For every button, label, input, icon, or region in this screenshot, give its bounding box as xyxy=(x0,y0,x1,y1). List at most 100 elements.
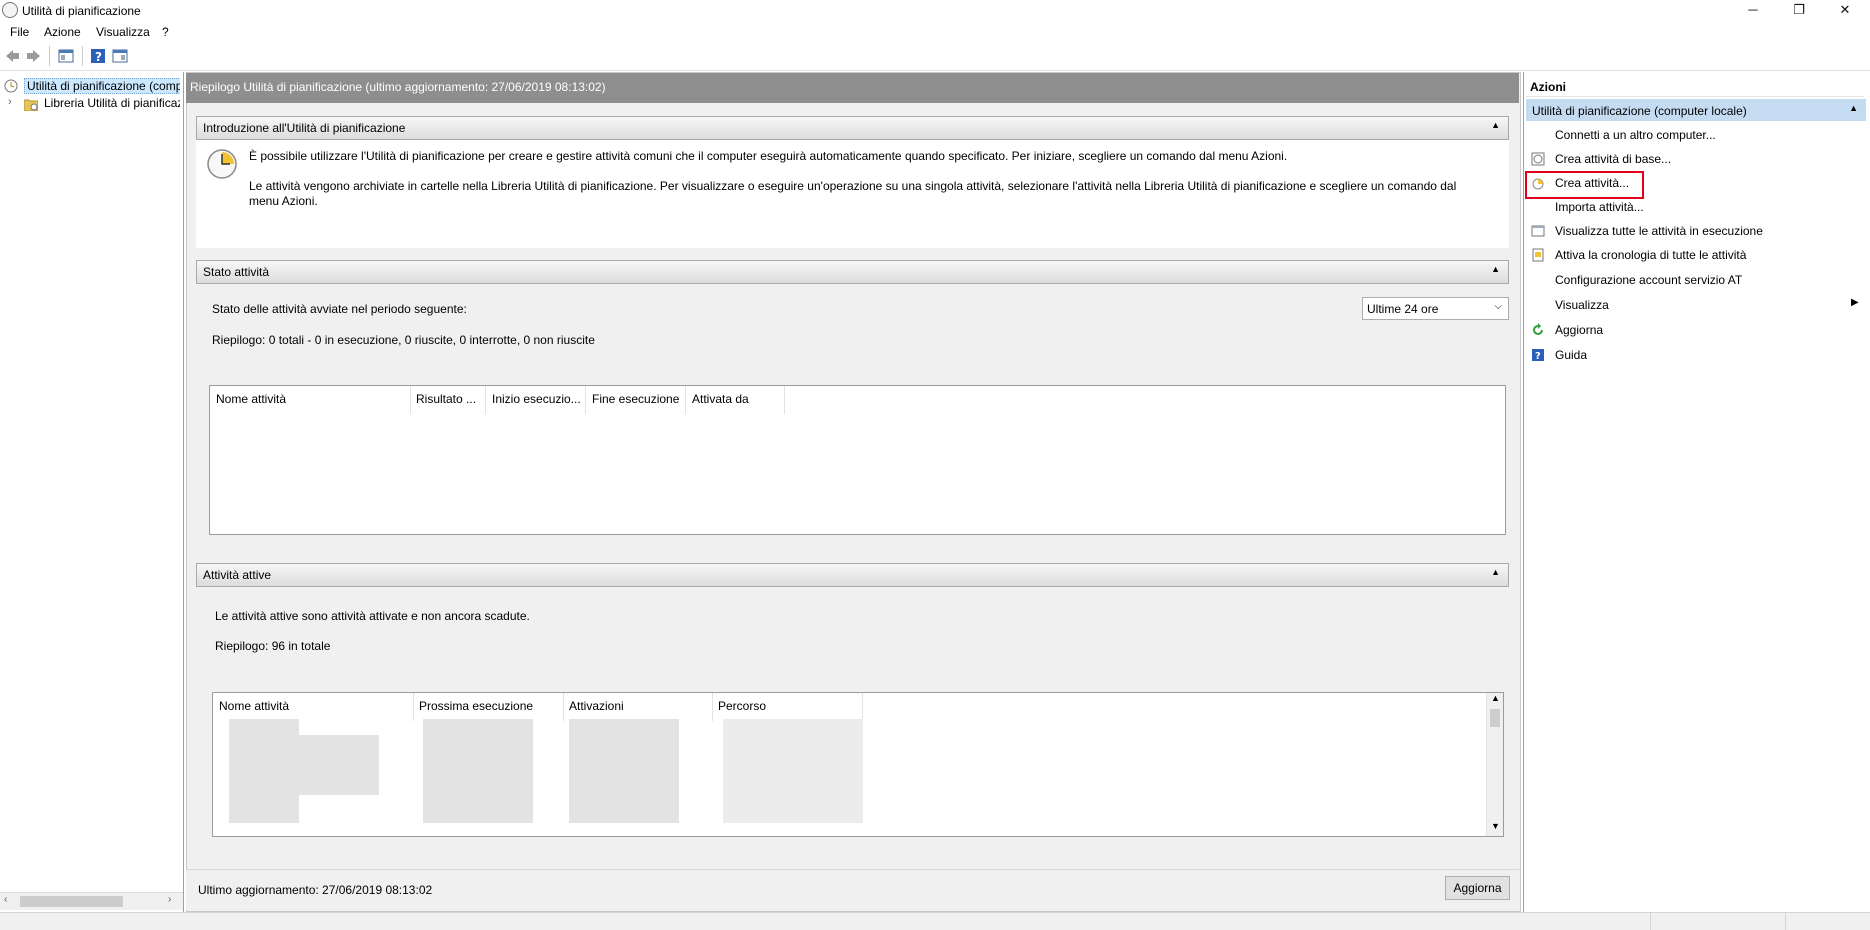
tree-item-root-label: Utilità di pianificazione (computer loca… xyxy=(24,78,180,94)
status-task-table[interactable]: Nome attività Risultato ... Inizio esecu… xyxy=(209,385,1506,535)
toolbar-separator xyxy=(82,46,83,66)
action-import-task[interactable]: Importa attività... xyxy=(1555,200,1644,214)
intro-section-title: Introduzione all'Utilità di pianificazio… xyxy=(203,121,406,135)
action-connect-computer[interactable]: Connetti a un altro computer... xyxy=(1555,128,1716,142)
column-separator xyxy=(784,386,785,414)
folder-icon xyxy=(24,99,38,111)
period-select[interactable]: Ultime 24 ore ⌵ xyxy=(1362,297,1509,320)
back-arrow-icon[interactable] xyxy=(4,48,20,64)
actions-group-title: Utilità di pianificazione (computer loca… xyxy=(1532,104,1747,118)
menu-action[interactable]: Azione xyxy=(44,25,81,39)
close-button[interactable]: ✕ xyxy=(1822,0,1868,22)
navigation-tree: Utilità di pianificazione (computer loca… xyxy=(0,72,184,912)
column-separator xyxy=(585,386,586,414)
action-view[interactable]: Visualizza xyxy=(1555,298,1609,312)
column-header[interactable]: Nome attività xyxy=(219,699,289,713)
show-hide-tree-icon[interactable] xyxy=(58,48,74,64)
menu-help[interactable]: ? xyxy=(162,25,169,39)
column-separator xyxy=(563,693,564,721)
active-task-table[interactable]: Nome attività Prossima esecuzione Attiva… xyxy=(212,692,1504,837)
column-header[interactable]: Inizio esecuzio... xyxy=(492,392,581,406)
actions-group-header[interactable]: Utilità di pianificazione (computer loca… xyxy=(1526,99,1866,121)
help-icon[interactable]: ? xyxy=(90,48,106,64)
blurred-cell xyxy=(299,735,379,795)
collapse-icon[interactable]: ▲ xyxy=(1849,103,1858,113)
blurred-cell xyxy=(423,719,533,823)
intro-section-header[interactable]: Introduzione all'Utilità di pianificazio… xyxy=(196,116,1509,140)
menu-file[interactable]: File xyxy=(10,25,29,39)
forward-arrow-icon[interactable] xyxy=(26,48,42,64)
active-section-header[interactable]: Attività attive ▲ xyxy=(196,563,1509,587)
tree-item-library[interactable]: › Libreria Utilità di pianificazione xyxy=(0,96,180,114)
active-description: Le attività attive sono attività attivat… xyxy=(215,609,530,623)
column-header[interactable]: Attivata da xyxy=(692,392,749,406)
clock-app-icon xyxy=(2,2,18,18)
collapse-icon[interactable]: ▲ xyxy=(1491,264,1500,274)
active-section-body: Le attività attive sono attività attivat… xyxy=(196,587,1509,849)
column-header[interactable]: Fine esecuzione xyxy=(592,392,679,406)
blurred-cell xyxy=(723,719,863,823)
scroll-up-icon[interactable]: ▲ xyxy=(1491,693,1500,703)
last-update-text: Ultimo aggiornamento: 27/06/2019 08:13:0… xyxy=(198,883,433,897)
scroll-left-icon[interactable]: ‹ xyxy=(4,894,7,905)
scrollbar-thumb[interactable] xyxy=(1490,709,1500,727)
create-task-icon xyxy=(1532,178,1544,190)
running-tasks-icon xyxy=(1531,225,1545,237)
refresh-button[interactable]: Aggiorna xyxy=(1445,876,1510,900)
intro-paragraph-1: È possibile utilizzare l'Utilità di pian… xyxy=(249,149,1288,163)
action-view-running-tasks[interactable]: Visualizza tutte le attività in esecuzio… xyxy=(1555,224,1763,238)
menu-view[interactable]: Visualizza xyxy=(96,25,150,39)
action-at-service-account[interactable]: Configurazione account servizio AT xyxy=(1555,273,1742,287)
minimize-button[interactable]: ─ xyxy=(1730,0,1776,22)
table-vertical-scrollbar[interactable]: ▲ ▼ xyxy=(1486,693,1503,836)
column-separator xyxy=(862,693,863,721)
title-bar: Utilità di pianificazione ─ ❐ ✕ xyxy=(0,0,1870,22)
action-help[interactable]: Guida xyxy=(1555,348,1587,362)
clock-icon xyxy=(4,79,18,93)
action-create-basic-task[interactable]: Crea attività di base... xyxy=(1555,152,1671,166)
status-separator xyxy=(1650,913,1651,930)
status-section-header[interactable]: Stato attività ▲ xyxy=(196,260,1509,284)
expand-chevron-icon[interactable]: › xyxy=(8,96,12,108)
scroll-right-icon[interactable]: › xyxy=(168,894,171,905)
scroll-down-icon[interactable]: ▼ xyxy=(1491,821,1500,831)
actions-title: Azioni xyxy=(1530,80,1566,94)
column-separator xyxy=(410,386,411,414)
status-bar xyxy=(0,912,1870,930)
column-header[interactable]: Percorso xyxy=(718,699,766,713)
restore-button[interactable]: ❐ xyxy=(1776,0,1822,22)
toolbar-separator xyxy=(49,46,50,66)
scrollbar-thumb[interactable] xyxy=(20,896,123,907)
intro-section-body: È possibile utilizzare l'Utilità di pian… xyxy=(196,140,1509,248)
tree-item-library-label: Libreria Utilità di pianificazione xyxy=(44,96,180,110)
action-refresh[interactable]: Aggiorna xyxy=(1555,323,1603,337)
column-separator xyxy=(685,386,686,414)
summary-header: Riepilogo Utilità di pianificazione (ult… xyxy=(186,73,1519,103)
blurred-cell xyxy=(569,719,679,823)
column-header[interactable]: Prossima esecuzione xyxy=(419,699,533,713)
blurred-cell xyxy=(229,719,299,823)
tree-item-root[interactable]: Utilità di pianificazione (computer loca… xyxy=(0,78,180,96)
action-create-task[interactable]: Crea attività... xyxy=(1555,176,1629,190)
svg-text:?: ? xyxy=(1535,351,1541,362)
column-separator xyxy=(413,693,414,721)
tree-horizontal-scrollbar[interactable]: ‹ › xyxy=(0,892,183,910)
column-header[interactable]: Risultato ... xyxy=(416,392,476,406)
help-icon: ? xyxy=(1532,349,1544,362)
column-header[interactable]: Nome attività xyxy=(216,392,286,406)
column-header[interactable]: Attivazioni xyxy=(569,699,624,713)
refresh-icon xyxy=(1533,323,1543,335)
action-enable-history[interactable]: Attiva la cronologia di tutte le attivit… xyxy=(1555,248,1746,262)
summary-footer: Ultimo aggiornamento: 27/06/2019 08:13:0… xyxy=(186,869,1519,910)
clock-icon xyxy=(207,149,237,179)
actions-header: Azioni xyxy=(1526,78,1864,97)
toolbar: ? xyxy=(0,42,1870,71)
summary-header-text: Riepilogo Utilità di pianificazione (ult… xyxy=(190,80,606,94)
show-hide-action-pane-icon[interactable] xyxy=(112,48,128,64)
collapse-icon[interactable]: ▲ xyxy=(1491,567,1500,577)
period-label: Stato delle attività avviate nel periodo… xyxy=(212,302,467,316)
history-icon xyxy=(1532,248,1544,262)
collapse-icon[interactable]: ▲ xyxy=(1491,120,1500,130)
menu-bar: File Azione Visualizza ? xyxy=(0,22,1870,42)
chevron-down-icon: ⌵ xyxy=(1494,301,1502,312)
